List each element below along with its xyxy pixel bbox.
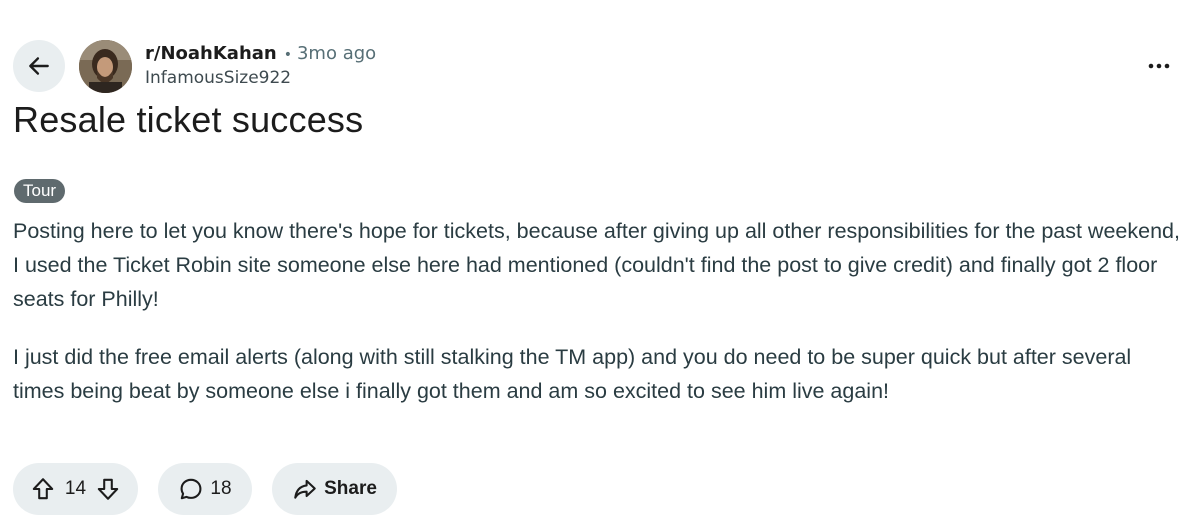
post-flair[interactable]: Tour bbox=[14, 179, 66, 203]
meta-separator: • bbox=[283, 46, 292, 63]
upvote-button[interactable] bbox=[24, 470, 62, 508]
post-timestamp: 3mo ago bbox=[296, 42, 377, 64]
author-link[interactable]: InfamousSize922 bbox=[145, 68, 376, 88]
arrow-left-icon bbox=[29, 57, 49, 75]
post-title: Resale ticket success bbox=[13, 99, 364, 140]
comments-button[interactable]: 18 bbox=[158, 463, 252, 515]
vote-bar: 14 bbox=[13, 463, 138, 515]
more-horizontal-icon bbox=[1148, 63, 1170, 69]
post-header: r/NoahKahan • 3mo ago InfamousSize922 bbox=[13, 39, 376, 93]
post-body-paragraph: Posting here to let you know there's hop… bbox=[13, 219, 1180, 311]
vote-count: 14 bbox=[64, 478, 87, 499]
post-actions: 14 18 Share bbox=[13, 463, 397, 515]
arrow-up-icon bbox=[32, 478, 54, 500]
avatar[interactable] bbox=[79, 39, 132, 93]
subreddit-link[interactable]: r/NoahKahan bbox=[145, 43, 277, 64]
post-body: Posting here to let you know there's hop… bbox=[13, 214, 1183, 432]
share-label: Share bbox=[324, 478, 377, 499]
avatar-image bbox=[79, 39, 132, 93]
post-body-paragraph: I just did the free email alerts (along … bbox=[13, 345, 1132, 403]
arrow-down-icon bbox=[97, 478, 119, 500]
back-button[interactable] bbox=[13, 40, 65, 92]
speech-bubble-icon bbox=[180, 478, 202, 500]
post-meta: r/NoahKahan • 3mo ago InfamousSize922 bbox=[145, 43, 376, 88]
comment-count: 18 bbox=[210, 478, 232, 499]
more-options-button[interactable] bbox=[1136, 52, 1182, 80]
share-arrow-icon bbox=[294, 479, 316, 499]
downvote-button[interactable] bbox=[89, 470, 127, 508]
share-button[interactable]: Share bbox=[272, 463, 397, 515]
